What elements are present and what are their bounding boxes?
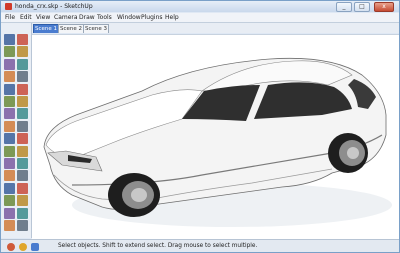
maximize-button[interactable]: □ [354,2,370,12]
car-model [43,57,392,227]
large-tool-set [1,23,32,238]
menu-view[interactable]: View [36,14,50,21]
previous-view-icon[interactable] [4,195,15,207]
look-around-icon[interactable] [4,220,15,231]
push-pull-icon[interactable] [17,58,28,70]
orbit-icon[interactable] [17,158,28,169]
paint-bucket-icon[interactable] [17,46,28,58]
polygon-icon[interactable] [4,83,15,95]
menu-help[interactable]: Help [165,14,179,21]
rear-hub [347,147,359,159]
move-icon[interactable] [17,71,28,83]
arc-icon[interactable] [4,96,15,107]
zoom-icon[interactable] [17,170,28,182]
menu-window[interactable]: Window [117,14,141,21]
menu-edit[interactable]: Edit [20,14,32,21]
text-icon[interactable] [4,145,15,157]
sketchup-app-icon[interactable] [5,3,12,10]
front-hub [131,188,147,202]
eraser-icon[interactable] [17,34,28,45]
scene-tab-3[interactable]: Scene 3 [83,24,109,33]
close-button[interactable]: x [374,2,394,12]
sketchup-window: honda_crx.skp - SketchUp _ □ x File Edit… [0,0,400,253]
help-icon[interactable] [31,243,39,251]
status-bar: Select objects. Shift to extend select. … [1,239,399,252]
dimension-icon[interactable] [4,133,15,145]
scale-icon[interactable] [17,108,28,120]
minimize-button[interactable]: _ [336,2,352,12]
scene-tab-1[interactable]: Scene 1 [33,24,59,33]
menu-camera[interactable]: Camera [54,14,78,21]
credits-icon[interactable] [19,243,27,251]
menu-plugins[interactable]: Plugins [141,14,163,21]
drawing-viewport[interactable] [32,34,399,239]
zoom-extents-icon[interactable] [17,182,28,194]
menu-file[interactable]: File [5,14,15,21]
rotate-icon[interactable] [17,83,28,95]
zoom-window-icon[interactable] [4,182,15,194]
freehand-icon[interactable] [4,108,15,120]
menu-bar: File Edit View Camera Draw Tools Window … [1,13,399,23]
position-camera-icon[interactable] [4,207,15,219]
rectangle-icon[interactable] [4,58,15,70]
protractor-icon[interactable] [17,133,28,145]
window-title: honda_crx.skp - SketchUp [15,3,93,10]
section-plane-icon[interactable] [17,220,28,231]
scene-tabs-bar: Scene 1 Scene 2 Scene 3 [1,23,399,33]
title-bar[interactable]: honda_crx.skp - SketchUp _ □ x [1,1,399,12]
next-view-icon[interactable] [17,195,28,207]
tape-measure-icon[interactable] [17,120,28,132]
axes-icon[interactable] [17,145,28,157]
menu-draw[interactable]: Draw [79,14,95,21]
circle-icon[interactable] [4,71,15,83]
line-icon[interactable] [4,46,15,58]
status-message: Select objects. Shift to extend select. … [58,243,258,249]
menu-tools[interactable]: Tools [97,14,112,21]
follow-me-icon[interactable] [17,96,28,107]
offset-icon[interactable] [4,120,15,132]
scene-tab-2[interactable]: Scene 2 [58,24,84,33]
pan-icon[interactable] [4,170,15,182]
3d-text-icon[interactable] [4,158,15,169]
walk-icon[interactable] [17,207,28,219]
geo-location-icon[interactable] [7,243,15,251]
select-icon[interactable] [4,34,15,45]
